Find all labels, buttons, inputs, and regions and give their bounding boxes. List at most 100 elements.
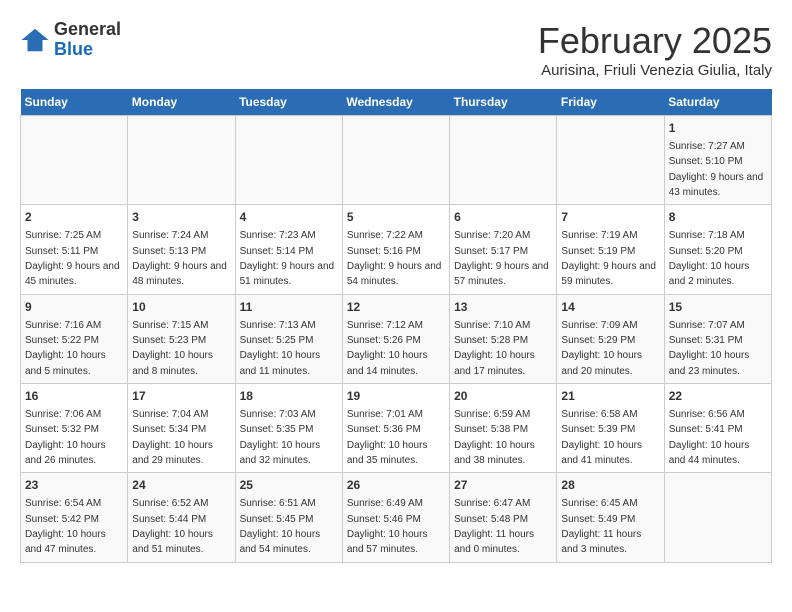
- day-cell: 21 Sunrise: 6:58 AM Sunset: 5:39 PM Dayli…: [557, 384, 664, 473]
- calendar-table: SundayMondayTuesdayWednesdayThursdayFrid…: [20, 89, 772, 563]
- day-cell: 3 Sunrise: 7:24 AM Sunset: 5:13 PM Daylig…: [128, 205, 235, 294]
- day-number: 14: [561, 299, 659, 316]
- day-detail: Sunrise: 7:23 AM Sunset: 5:14 PM Dayligh…: [240, 230, 335, 287]
- day-number: 24: [132, 477, 230, 494]
- day-cell: 2 Sunrise: 7:25 AM Sunset: 5:11 PM Daylig…: [21, 205, 128, 294]
- logo-text: General Blue: [54, 20, 121, 60]
- day-number: 7: [561, 209, 659, 226]
- day-cell: 9 Sunrise: 7:16 AM Sunset: 5:22 PM Daylig…: [21, 294, 128, 383]
- day-cell: [21, 116, 128, 205]
- day-cell: 10 Sunrise: 7:15 AM Sunset: 5:23 PM Dayli…: [128, 294, 235, 383]
- day-cell: 5 Sunrise: 7:22 AM Sunset: 5:16 PM Daylig…: [342, 205, 449, 294]
- day-detail: Sunrise: 6:49 AM Sunset: 5:46 PM Dayligh…: [347, 498, 428, 555]
- day-detail: Sunrise: 7:10 AM Sunset: 5:28 PM Dayligh…: [454, 320, 535, 377]
- day-cell: 8 Sunrise: 7:18 AM Sunset: 5:20 PM Daylig…: [664, 205, 771, 294]
- day-detail: Sunrise: 7:03 AM Sunset: 5:35 PM Dayligh…: [240, 409, 321, 466]
- day-number: 10: [132, 299, 230, 316]
- weekday-tuesday: Tuesday: [235, 89, 342, 116]
- calendar-subtitle: Aurisina, Friuli Venezia Giulia, Italy: [538, 62, 772, 79]
- day-cell: 23 Sunrise: 6:54 AM Sunset: 5:42 PM Dayli…: [21, 473, 128, 562]
- day-detail: Sunrise: 7:22 AM Sunset: 5:16 PM Dayligh…: [347, 230, 442, 287]
- day-detail: Sunrise: 6:58 AM Sunset: 5:39 PM Dayligh…: [561, 409, 642, 466]
- day-number: 22: [669, 388, 767, 405]
- weekday-monday: Monday: [128, 89, 235, 116]
- day-detail: Sunrise: 7:25 AM Sunset: 5:11 PM Dayligh…: [25, 230, 120, 287]
- day-detail: Sunrise: 7:15 AM Sunset: 5:23 PM Dayligh…: [132, 320, 213, 377]
- logo-icon: [20, 25, 50, 55]
- day-number: 9: [25, 299, 123, 316]
- logo: General Blue: [20, 20, 121, 60]
- day-number: 25: [240, 477, 338, 494]
- week-row-3: 9 Sunrise: 7:16 AM Sunset: 5:22 PM Daylig…: [21, 294, 772, 383]
- day-number: 4: [240, 209, 338, 226]
- day-cell: [342, 116, 449, 205]
- day-cell: [128, 116, 235, 205]
- day-cell: 28 Sunrise: 6:45 AM Sunset: 5:49 PM Dayli…: [557, 473, 664, 562]
- day-cell: 17 Sunrise: 7:04 AM Sunset: 5:34 PM Dayli…: [128, 384, 235, 473]
- day-number: 2: [25, 209, 123, 226]
- day-number: 17: [132, 388, 230, 405]
- day-detail: Sunrise: 7:07 AM Sunset: 5:31 PM Dayligh…: [669, 320, 750, 377]
- day-cell: 26 Sunrise: 6:49 AM Sunset: 5:46 PM Dayli…: [342, 473, 449, 562]
- day-number: 5: [347, 209, 445, 226]
- day-cell: 27Sunrise: 6:47 AM Sunset: 5:48 PM Dayli…: [450, 473, 557, 562]
- day-detail: Sunrise: 7:16 AM Sunset: 5:22 PM Dayligh…: [25, 320, 106, 377]
- day-number: 21: [561, 388, 659, 405]
- day-number: 28: [561, 477, 659, 494]
- day-number: 15: [669, 299, 767, 316]
- day-cell: 13Sunrise: 7:10 AM Sunset: 5:28 PM Dayli…: [450, 294, 557, 383]
- day-detail: Sunrise: 7:27 AM Sunset: 5:10 PM Dayligh…: [669, 141, 764, 198]
- day-cell: 24 Sunrise: 6:52 AM Sunset: 5:44 PM Dayli…: [128, 473, 235, 562]
- weekday-friday: Friday: [557, 89, 664, 116]
- day-cell: 4 Sunrise: 7:23 AM Sunset: 5:14 PM Daylig…: [235, 205, 342, 294]
- day-detail: Sunrise: 7:09 AM Sunset: 5:29 PM Dayligh…: [561, 320, 642, 377]
- day-number: 23: [25, 477, 123, 494]
- day-cell: 1 Sunrise: 7:27 AM Sunset: 5:10 PM Daylig…: [664, 116, 771, 205]
- calendar-title: February 2025: [538, 20, 772, 62]
- day-number: 18: [240, 388, 338, 405]
- day-cell: 25 Sunrise: 6:51 AM Sunset: 5:45 PM Dayli…: [235, 473, 342, 562]
- day-detail: Sunrise: 7:06 AM Sunset: 5:32 PM Dayligh…: [25, 409, 106, 466]
- day-cell: 11Sunrise: 7:13 AM Sunset: 5:25 PM Dayli…: [235, 294, 342, 383]
- weekday-wednesday: Wednesday: [342, 89, 449, 116]
- day-number: 11: [240, 299, 338, 316]
- day-detail: Sunrise: 7:04 AM Sunset: 5:34 PM Dayligh…: [132, 409, 213, 466]
- day-number: 16: [25, 388, 123, 405]
- week-row-2: 2 Sunrise: 7:25 AM Sunset: 5:11 PM Daylig…: [21, 205, 772, 294]
- day-cell: 20 Sunrise: 6:59 AM Sunset: 5:38 PM Dayli…: [450, 384, 557, 473]
- day-cell: 6Sunrise: 7:20 AM Sunset: 5:17 PM Daylig…: [450, 205, 557, 294]
- page-header: General Blue February 2025 Aurisina, Fri…: [20, 20, 772, 79]
- day-cell: 15 Sunrise: 7:07 AM Sunset: 5:31 PM Dayli…: [664, 294, 771, 383]
- weekday-sunday: Sunday: [21, 89, 128, 116]
- week-row-1: 1 Sunrise: 7:27 AM Sunset: 5:10 PM Daylig…: [21, 116, 772, 205]
- day-number: 1: [669, 120, 767, 137]
- day-cell: [664, 473, 771, 562]
- day-detail: Sunrise: 6:59 AM Sunset: 5:38 PM Dayligh…: [454, 409, 535, 466]
- day-detail: Sunrise: 6:51 AM Sunset: 5:45 PM Dayligh…: [240, 498, 321, 555]
- week-row-4: 16 Sunrise: 7:06 AM Sunset: 5:32 PM Dayli…: [21, 384, 772, 473]
- day-cell: 16 Sunrise: 7:06 AM Sunset: 5:32 PM Dayli…: [21, 384, 128, 473]
- day-detail: Sunrise: 6:54 AM Sunset: 5:42 PM Dayligh…: [25, 498, 106, 555]
- day-detail: Sunrise: 7:18 AM Sunset: 5:20 PM Dayligh…: [669, 230, 750, 287]
- weekday-thursday: Thursday: [450, 89, 557, 116]
- day-number: 8: [669, 209, 767, 226]
- day-detail: Sunrise: 6:47 AM Sunset: 5:48 PM Dayligh…: [454, 498, 534, 555]
- day-cell: [557, 116, 664, 205]
- day-detail: Sunrise: 7:20 AM Sunset: 5:17 PM Dayligh…: [454, 230, 549, 287]
- day-detail: Sunrise: 7:24 AM Sunset: 5:13 PM Dayligh…: [132, 230, 227, 287]
- day-cell: [235, 116, 342, 205]
- weekday-header-row: SundayMondayTuesdayWednesdayThursdayFrid…: [21, 89, 772, 116]
- day-number: 26: [347, 477, 445, 494]
- day-number: 3: [132, 209, 230, 226]
- day-cell: 12Sunrise: 7:12 AM Sunset: 5:26 PM Dayli…: [342, 294, 449, 383]
- day-cell: 19Sunrise: 7:01 AM Sunset: 5:36 PM Dayli…: [342, 384, 449, 473]
- day-cell: 22Sunrise: 6:56 AM Sunset: 5:41 PM Dayli…: [664, 384, 771, 473]
- day-cell: 7Sunrise: 7:19 AM Sunset: 5:19 PM Daylig…: [557, 205, 664, 294]
- day-number: 20: [454, 388, 552, 405]
- week-row-5: 23 Sunrise: 6:54 AM Sunset: 5:42 PM Dayli…: [21, 473, 772, 562]
- weekday-saturday: Saturday: [664, 89, 771, 116]
- day-detail: Sunrise: 6:52 AM Sunset: 5:44 PM Dayligh…: [132, 498, 213, 555]
- day-number: 19: [347, 388, 445, 405]
- day-number: 12: [347, 299, 445, 316]
- day-detail: Sunrise: 6:45 AM Sunset: 5:49 PM Dayligh…: [561, 498, 641, 555]
